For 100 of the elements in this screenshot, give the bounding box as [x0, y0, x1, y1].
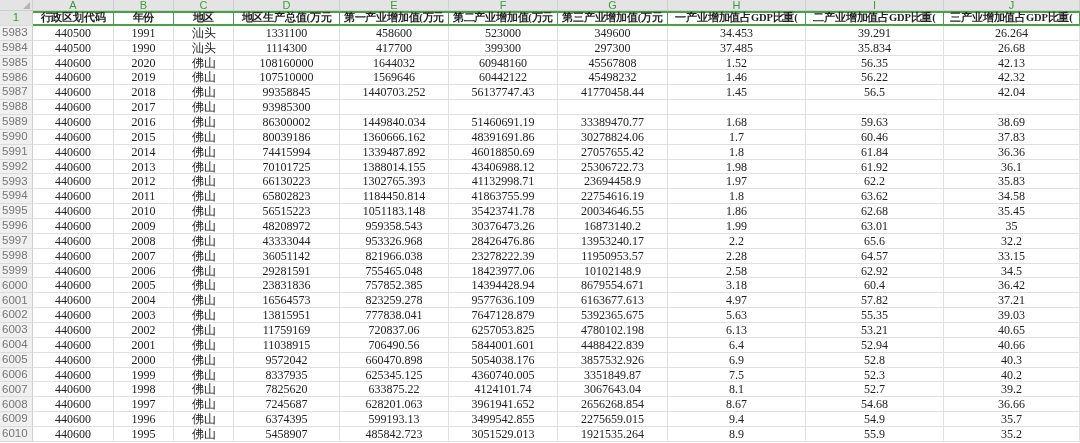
- table-cell: 7647128.879: [449, 308, 558, 324]
- table-cell: 佛山: [174, 352, 234, 368]
- column-header[interactable]: B: [114, 0, 174, 11]
- table-cell: 65.6: [806, 233, 944, 249]
- table-cell: 56515223: [234, 204, 340, 220]
- row-number[interactable]: 1: [0, 11, 33, 26]
- table-cell: 2275659.015: [558, 412, 668, 428]
- row-number[interactable]: 6002: [0, 308, 33, 324]
- table-cell: 汕头: [174, 25, 234, 41]
- table-cell: 37.485: [668, 40, 806, 56]
- row-number[interactable]: 6000: [0, 278, 33, 294]
- row-number[interactable]: 5993: [0, 174, 33, 190]
- table-cell: 62.68: [806, 204, 944, 220]
- table-cell: 74415994: [234, 144, 340, 160]
- table-cell: 1339487.892: [340, 144, 449, 160]
- column-header[interactable]: A: [33, 0, 114, 11]
- table-cell: 60.4: [806, 278, 944, 294]
- table-cell: 458600: [340, 25, 449, 41]
- table-cell: 2010: [114, 204, 174, 220]
- table-cell: 57.82: [806, 293, 944, 309]
- table-cell: 62.92: [806, 263, 944, 279]
- table-cell: 440600: [33, 129, 114, 145]
- column-header[interactable]: F: [449, 0, 558, 11]
- table-cell: 440600: [33, 412, 114, 428]
- table-cell: 52.3: [806, 367, 944, 383]
- table-cell: 42.13: [944, 55, 1080, 71]
- column-header[interactable]: I: [806, 0, 944, 11]
- table-cell: 6.9: [668, 352, 806, 368]
- table-cell: 23694458.9: [558, 174, 668, 190]
- row-number[interactable]: 5996: [0, 219, 33, 234]
- row-number[interactable]: 6001: [0, 293, 33, 309]
- table-cell: 42.04: [944, 85, 1080, 101]
- table-cell: 汕头: [174, 40, 234, 56]
- table-cell: 48391691.86: [449, 129, 558, 145]
- column-header[interactable]: J: [944, 0, 1080, 11]
- row-number[interactable]: 6003: [0, 323, 33, 338]
- table-cell: 755465.048: [340, 263, 449, 279]
- table-cell: 18423977.06: [449, 263, 558, 279]
- table-cell: 33.15: [944, 248, 1080, 264]
- header-cell: 二产业增加值占GDP比重(: [806, 11, 944, 26]
- row-number[interactable]: 5989: [0, 115, 33, 130]
- row-number[interactable]: 5988: [0, 100, 33, 115]
- table-cell: 51460691.19: [449, 115, 558, 130]
- table-cell: 56137747.43: [449, 85, 558, 101]
- table-cell: 440600: [33, 159, 114, 175]
- table-cell: 1.46: [668, 70, 806, 86]
- table-cell: 440500: [33, 25, 114, 41]
- row-number[interactable]: 5986: [0, 70, 33, 86]
- table-cell: 36.42: [944, 278, 1080, 294]
- table-cell: 2014: [114, 144, 174, 160]
- table-cell: 43406988.12: [449, 159, 558, 175]
- table-cell: 10102148.9: [558, 263, 668, 279]
- table-cell: 佛山: [174, 70, 234, 86]
- table-cell: 1.8: [668, 189, 806, 205]
- table-cell: 20034646.55: [558, 204, 668, 220]
- table-cell: 5458907: [234, 427, 340, 442]
- table-cell: 2016: [114, 115, 174, 130]
- table-cell: 佛山: [174, 219, 234, 234]
- column-header[interactable]: C: [174, 0, 234, 11]
- table-cell: 佛山: [174, 337, 234, 353]
- table-cell: 23278222.39: [449, 248, 558, 264]
- table-cell: 39.291: [806, 25, 944, 41]
- table-cell: 108160000: [234, 55, 340, 71]
- column-header[interactable]: E: [340, 0, 449, 11]
- table-cell: 2007: [114, 248, 174, 264]
- table-cell: 9.4: [668, 412, 806, 428]
- table-cell: 1569646: [340, 70, 449, 86]
- table-cell: 13953240.17: [558, 233, 668, 249]
- table-cell: 63.62: [806, 189, 944, 205]
- table-cell: 13815951: [234, 308, 340, 324]
- table-cell: 29281591: [234, 263, 340, 279]
- table-cell: 63.01: [806, 219, 944, 234]
- table-cell: 39.2: [944, 382, 1080, 398]
- row-number[interactable]: 6010: [0, 427, 33, 442]
- table-cell: 3499542.855: [449, 412, 558, 428]
- table-cell: 440600: [33, 233, 114, 249]
- table-cell: 6374395: [234, 412, 340, 428]
- table-cell: 86300002: [234, 115, 340, 130]
- table-cell: 23831836: [234, 278, 340, 294]
- table-cell: 54.9: [806, 412, 944, 428]
- table-cell: 1.98: [668, 159, 806, 175]
- column-header[interactable]: D: [234, 0, 340, 11]
- table-cell: 440600: [33, 367, 114, 383]
- table-cell: 440600: [33, 204, 114, 220]
- row-number[interactable]: 6007: [0, 382, 33, 398]
- table-cell: 3051529.013: [449, 427, 558, 442]
- row-number[interactable]: 6008: [0, 397, 33, 413]
- row-number[interactable]: 5987: [0, 85, 33, 101]
- row-number[interactable]: 6009: [0, 412, 33, 428]
- table-cell: 34.5: [944, 263, 1080, 279]
- row-number[interactable]: 5995: [0, 204, 33, 220]
- header-cell: 地区生产总值(万元: [234, 11, 340, 26]
- table-cell: 6.4: [668, 337, 806, 353]
- table-cell: 440600: [33, 55, 114, 71]
- table-cell: 1.99: [668, 219, 806, 234]
- column-header[interactable]: G: [558, 0, 668, 11]
- table-cell: 1051183.148: [340, 204, 449, 220]
- row-number[interactable]: 5994: [0, 189, 33, 205]
- column-header[interactable]: H: [668, 0, 806, 11]
- table-cell: 61.84: [806, 144, 944, 160]
